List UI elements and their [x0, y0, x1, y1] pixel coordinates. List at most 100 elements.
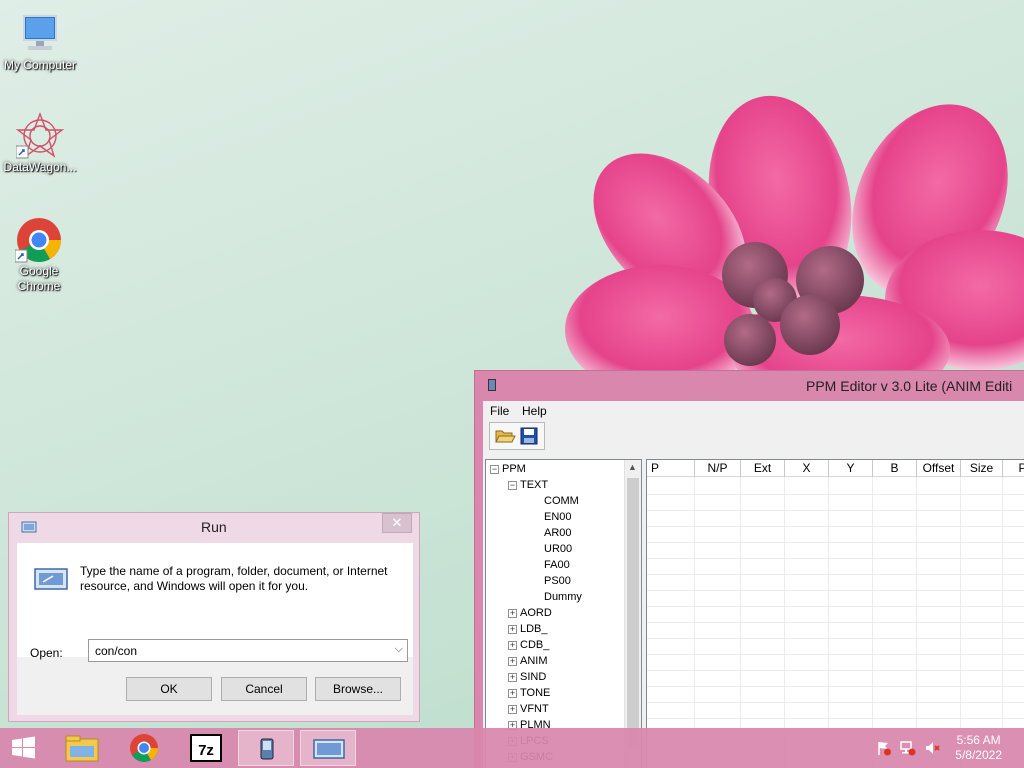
- tree-leaf-item[interactable]: UR00: [544, 542, 572, 556]
- grid-column-header[interactable]: P: [1003, 460, 1024, 477]
- chrome-icon[interactable]: [116, 730, 172, 766]
- open-label: Open:: [30, 646, 63, 660]
- run-instructions: Type the name of a program, folder, docu…: [80, 564, 388, 593]
- grid-row-line: [647, 718, 1024, 719]
- tree-leaf-item[interactable]: Dummy: [544, 590, 582, 604]
- chevron-down-icon[interactable]: ⌵: [395, 643, 403, 656]
- tree-node-text[interactable]: − TEXT: [508, 478, 548, 492]
- collapse-icon[interactable]: −: [490, 464, 499, 474]
- tree-node-collapsed[interactable]: + SIND: [508, 670, 546, 684]
- expand-icon[interactable]: +: [508, 688, 517, 698]
- expand-icon[interactable]: +: [508, 656, 517, 666]
- grid-row-line: [647, 702, 1024, 703]
- close-button[interactable]: ✕: [382, 513, 412, 533]
- grid-row-line: [647, 542, 1024, 543]
- windows-start-icon[interactable]: [0, 730, 48, 766]
- expand-icon[interactable]: +: [508, 608, 517, 618]
- menu-help[interactable]: Help: [522, 404, 547, 418]
- grid-row-line: [647, 606, 1024, 607]
- tree-node-label: ANIM: [520, 655, 548, 667]
- network-icon[interactable]: [900, 740, 916, 756]
- tree-node-collapsed[interactable]: + LDB_: [508, 622, 548, 636]
- tree-node-ppm[interactable]: − PPM: [490, 462, 526, 476]
- grid-column-header[interactable]: X: [785, 460, 829, 477]
- computer-icon: [16, 10, 64, 58]
- desktop-icon-datawagon[interactable]: DataWagon...: [0, 112, 80, 175]
- file-explorer-icon[interactable]: [54, 730, 110, 766]
- svg-text:7z: 7z: [198, 742, 214, 759]
- expand-icon[interactable]: +: [508, 704, 517, 714]
- grid-row-line: [647, 654, 1024, 655]
- grid-column-header[interactable]: Offset: [917, 460, 961, 477]
- toolbar: [489, 422, 545, 450]
- grid-column-header[interactable]: N/P: [695, 460, 741, 477]
- grid-column-header[interactable]: Size: [961, 460, 1003, 477]
- tree-node-collapsed[interactable]: + VFNT: [508, 702, 549, 716]
- expand-icon[interactable]: +: [508, 624, 517, 634]
- save-icon[interactable]: [518, 426, 540, 446]
- ppm-editor-window[interactable]: PPM Editor v 3.0 Lite (ANIM Editi File H…: [474, 370, 1024, 768]
- tree-node-collapsed[interactable]: + ANIM: [508, 654, 548, 668]
- expand-icon[interactable]: +: [508, 672, 517, 682]
- tree-node-collapsed[interactable]: + AORD: [508, 606, 552, 620]
- menu-file[interactable]: File: [490, 404, 509, 418]
- open-input[interactable]: con/con: [95, 644, 137, 658]
- expand-icon[interactable]: +: [508, 640, 517, 650]
- folder-open-icon[interactable]: [494, 426, 516, 446]
- grid-row-line: [647, 558, 1024, 559]
- grid-row-line: [647, 686, 1024, 687]
- tree-node-label: SIND: [520, 671, 547, 683]
- grid-column-header[interactable]: P: [647, 460, 695, 477]
- grid-row-line: [647, 494, 1024, 495]
- 7zip-icon[interactable]: 7z: [178, 730, 234, 766]
- run-titlebar[interactable]: Run ✕: [9, 513, 419, 541]
- ppm-app-icon: [488, 379, 496, 391]
- ppm-editor-icon[interactable]: [238, 730, 294, 766]
- taskbar-clock[interactable]: 5:56 AM 5/8/2022: [955, 733, 1002, 763]
- tree-scrollbar[interactable]: ▲: [624, 460, 641, 768]
- tree-node-label: AORD: [520, 607, 552, 619]
- desktop-icon-google-chrome[interactable]: Google Chrome: [0, 216, 78, 294]
- desktop-icon-label: Google Chrome: [17, 264, 61, 293]
- tree-leaf-item[interactable]: PS00: [544, 574, 571, 588]
- tree-leaf-item[interactable]: AR00: [544, 526, 572, 540]
- scroll-thumb[interactable]: [627, 478, 639, 748]
- tree-node-label: VFNT: [520, 703, 549, 715]
- run-dialog[interactable]: Run ✕ Type the name of a program, folder…: [8, 512, 420, 722]
- desktop-icon-label: My Computer: [3, 58, 77, 72]
- tree-leaf-item[interactable]: COMM: [544, 494, 579, 508]
- ppm-editor-titlebar[interactable]: PPM Editor v 3.0 Lite (ANIM Editi: [475, 371, 1024, 401]
- chrome-icon: [14, 216, 63, 264]
- grid-column-header[interactable]: Y: [829, 460, 873, 477]
- clock-time: 5:56 AM: [956, 733, 1001, 747]
- browse-button[interactable]: Browse...: [315, 677, 401, 701]
- cancel-button[interactable]: Cancel: [221, 677, 307, 701]
- grid-column-header[interactable]: B: [873, 460, 917, 477]
- grid-row-line: [647, 574, 1024, 575]
- run-program-icon: [34, 568, 68, 590]
- tree-node-collapsed[interactable]: + CDB_: [508, 638, 549, 652]
- grid-column-header[interactable]: Ext: [741, 460, 785, 477]
- tree-node-label: CDB_: [520, 639, 550, 651]
- close-icon: ✕: [391, 515, 403, 530]
- clock-date: 5/8/2022: [955, 748, 1002, 762]
- volume-muted-icon[interactable]: [924, 740, 940, 756]
- scroll-up-icon[interactable]: ▲: [628, 462, 637, 472]
- grid-row-line: [647, 590, 1024, 591]
- open-combobox[interactable]: con/con ⌵: [88, 639, 408, 662]
- tree-leaf-item[interactable]: EN00: [544, 510, 572, 524]
- tree-node-label: TONE: [520, 687, 551, 699]
- grid-header: PN/PExtXYBOffsetSizeP: [647, 460, 1024, 477]
- action-center-flag-icon[interactable]: [876, 740, 892, 756]
- collapse-icon[interactable]: −: [508, 480, 517, 490]
- ppm-tree-view[interactable]: − PPM − TEXT COMM EN00 AR00 UR00 FA00 PS00 Dummy…: [485, 459, 642, 768]
- tree-node-collapsed[interactable]: + TONE: [508, 686, 550, 700]
- run-dialog-icon[interactable]: [300, 730, 356, 766]
- ppm-editor-client: File Help − PPM − TEXT COMM EN00 AR00 UR…: [483, 401, 1024, 768]
- ok-button[interactable]: OK: [126, 677, 212, 701]
- desktop-icon-my-computer[interactable]: My Computer: [0, 10, 80, 73]
- tree-leaf-item[interactable]: FA00: [544, 558, 570, 572]
- ppm-data-grid[interactable]: PN/PExtXYBOffsetSizeP: [646, 459, 1024, 768]
- grid-row-line: [647, 510, 1024, 511]
- grid-row-line: [647, 638, 1024, 639]
